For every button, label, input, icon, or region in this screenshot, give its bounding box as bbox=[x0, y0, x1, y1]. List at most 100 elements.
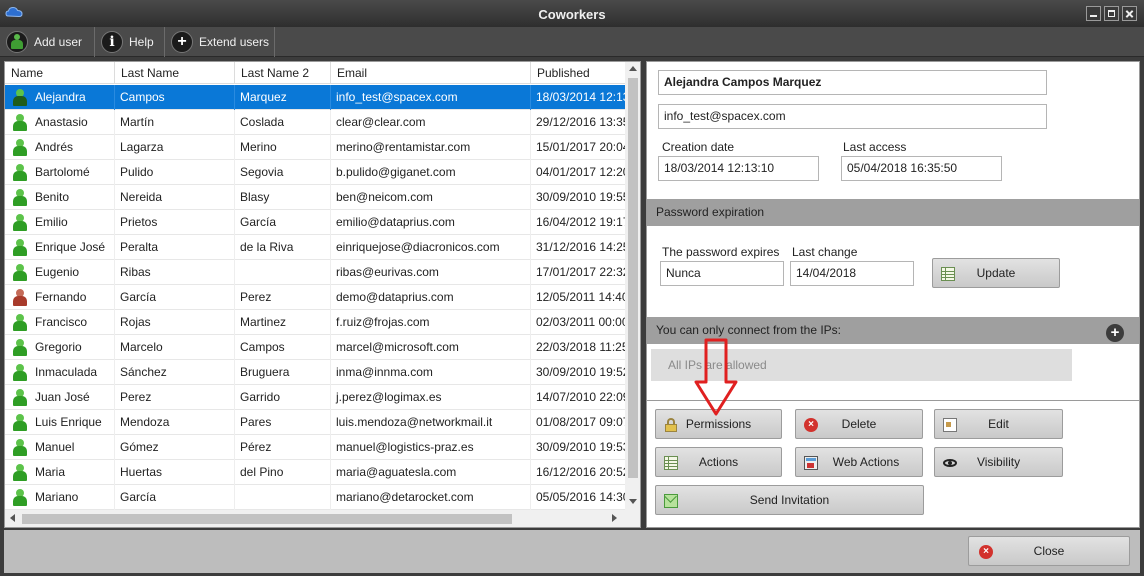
name-cell: Alejandra bbox=[5, 85, 115, 110]
table-row[interactable]: Gregorio Marcelo Campos marcel@microsoft.co… bbox=[5, 335, 625, 360]
table-row[interactable]: Maria Huertas del Pino maria@aguatesla.com 1… bbox=[5, 460, 625, 485]
last-name-cell: Huertas bbox=[115, 460, 235, 485]
table-row[interactable]: Benito Nereida Blasy ben@neicom.com 30/09/20… bbox=[5, 185, 625, 210]
visibility-button[interactable]: Visibility bbox=[934, 447, 1063, 477]
help-label: Help bbox=[129, 35, 154, 49]
table-row[interactable]: Emilio Prietos García emilio@dataprius.com 1… bbox=[5, 210, 625, 235]
last-name-cell: Gómez bbox=[115, 435, 235, 460]
last-change-field[interactable]: 14/04/2018 bbox=[790, 261, 914, 286]
name-cell: Manuel bbox=[5, 435, 115, 460]
email-cell: b.pulido@giganet.com bbox=[331, 160, 531, 185]
toolbar: Add user i Help + Extend users bbox=[0, 27, 1144, 57]
full-name-field[interactable]: Alejandra Campos Marquez bbox=[658, 70, 1047, 95]
name-cell: Eugenio bbox=[5, 260, 115, 285]
web-actions-button[interactable]: Web Actions bbox=[795, 447, 923, 477]
table-row[interactable]: Juan José Perez Garrido j.perez@logimax.es 1… bbox=[5, 385, 625, 410]
last-name-2-cell: del Pino bbox=[235, 460, 331, 485]
published-cell: 04/01/2017 12:20 bbox=[536, 165, 625, 179]
edit-button[interactable]: Edit bbox=[934, 409, 1063, 439]
last-name-cell: Peralta bbox=[115, 235, 235, 260]
column-header-name[interactable]: Name bbox=[5, 62, 115, 84]
name-cell: Bartolomé bbox=[5, 160, 115, 185]
email-cell: info_test@spacex.com bbox=[331, 85, 531, 110]
column-header-email[interactable]: Email bbox=[331, 62, 531, 84]
scroll-down-arrow-icon[interactable] bbox=[629, 499, 637, 504]
email-cell: maria@aguatesla.com bbox=[331, 460, 531, 485]
last-access-field[interactable]: 05/04/2018 16:35:50 bbox=[841, 156, 1002, 181]
maximize-button[interactable] bbox=[1104, 6, 1119, 21]
table-row[interactable]: Mariano García mariano@detarocket.com 05/05… bbox=[5, 485, 625, 510]
password-expiration-header: Password expiration bbox=[647, 199, 1139, 226]
published-cell: 16/04/2012 19:17 bbox=[536, 215, 625, 229]
last-name-cell: Nereida bbox=[115, 185, 235, 210]
last-name-cell: Sánchez bbox=[115, 360, 235, 385]
add-ip-button[interactable]: + bbox=[1106, 324, 1124, 342]
help-button[interactable]: i Help bbox=[95, 27, 165, 57]
footer-bar: × Close bbox=[4, 530, 1140, 573]
email-cell: clear@clear.com bbox=[331, 110, 531, 135]
email-cell: marcel@microsoft.com bbox=[331, 335, 531, 360]
close-x-icon: × bbox=[979, 545, 993, 559]
table-row[interactable]: Bartolomé Pulido Segovia b.pulido@giganet.c… bbox=[5, 160, 625, 185]
last-name-2-cell bbox=[235, 260, 331, 285]
user-detail-panel: Alejandra Campos Marquez info_test@space… bbox=[646, 61, 1140, 528]
last-name-2-cell: Bruguera bbox=[235, 360, 331, 385]
table-row[interactable]: Andrés Lagarza Merino merino@rentamistar.co… bbox=[5, 135, 625, 160]
column-header-last-name-2[interactable]: Last Name 2 bbox=[235, 62, 331, 84]
table-row[interactable]: Alejandra Campos Marquez info_test@spacex.c… bbox=[5, 85, 625, 110]
down-arrow-annotation-icon bbox=[694, 338, 738, 416]
horizontal-scroll-thumb[interactable] bbox=[22, 514, 512, 524]
last-name-cell: Pulido bbox=[115, 160, 235, 185]
scroll-left-arrow-icon[interactable] bbox=[10, 514, 15, 522]
last-name-2-cell: de la Riva bbox=[235, 235, 331, 260]
last-name-2-cell: Segovia bbox=[235, 160, 331, 185]
add-user-button[interactable]: Add user bbox=[0, 27, 95, 57]
eye-icon bbox=[943, 456, 957, 470]
scroll-right-arrow-icon[interactable] bbox=[612, 514, 617, 522]
edit-card-icon bbox=[943, 418, 957, 432]
vertical-scroll-thumb[interactable] bbox=[628, 78, 638, 478]
email-cell: einriquejose@diacronicos.com bbox=[331, 235, 531, 260]
minimize-button[interactable] bbox=[1086, 6, 1101, 21]
last-name-2-cell: García bbox=[235, 210, 331, 235]
delete-button[interactable]: × Delete bbox=[795, 409, 923, 439]
actions-button[interactable]: Actions bbox=[655, 447, 782, 477]
published-cell: 16/12/2016 20:52 bbox=[536, 465, 625, 479]
table-row[interactable]: Eugenio Ribas ribas@eurivas.com 17/01/2017 … bbox=[5, 260, 625, 285]
name-cell: Anastasio bbox=[5, 110, 115, 135]
window-close-button[interactable] bbox=[1122, 6, 1137, 21]
window-title: Coworkers bbox=[538, 7, 606, 22]
send-invitation-button[interactable]: Send Invitation bbox=[655, 485, 924, 515]
table-row[interactable]: Francisco Rojas Martinez f.ruiz@frojas.com 0… bbox=[5, 310, 625, 335]
email-cell: ribas@eurivas.com bbox=[331, 260, 531, 285]
vertical-scrollbar[interactable] bbox=[625, 62, 640, 510]
table-row[interactable]: Inmaculada Sánchez Bruguera inma@innma.com 3… bbox=[5, 360, 625, 385]
table-row[interactable]: Manuel Gómez Pérez manuel@logistics-praz.es… bbox=[5, 435, 625, 460]
published-cell: 14/07/2010 22:09 bbox=[536, 390, 625, 404]
close-button[interactable]: × Close bbox=[968, 536, 1130, 566]
table-row[interactable]: Anastasio Martín Coslada clear@clear.com 29/… bbox=[5, 110, 625, 135]
last-name-cell: Mendoza bbox=[115, 410, 235, 435]
scroll-up-arrow-icon[interactable] bbox=[629, 66, 637, 71]
published-cell: 22/03/2018 11:25 bbox=[536, 340, 625, 354]
password-expires-field[interactable]: Nunca bbox=[660, 261, 784, 286]
creation-date-field[interactable]: 18/03/2014 12:13:10 bbox=[658, 156, 819, 181]
published-cell: 05/05/2016 14:30 bbox=[536, 490, 625, 504]
published-cell: 30/09/2010 19:53 bbox=[536, 440, 625, 454]
column-header-last-name[interactable]: Last Name bbox=[115, 62, 235, 84]
last-name-2-cell: Martinez bbox=[235, 310, 331, 335]
last-name-2-cell: Merino bbox=[235, 135, 331, 160]
email-cell: inma@innma.com bbox=[331, 360, 531, 385]
column-header-published[interactable]: Published bbox=[531, 62, 625, 84]
extend-users-button[interactable]: + Extend users bbox=[165, 27, 275, 57]
email-field[interactable]: info_test@spacex.com bbox=[658, 104, 1047, 129]
update-button[interactable]: Update bbox=[932, 258, 1060, 288]
last-name-2-cell: Marquez bbox=[235, 85, 331, 110]
horizontal-scrollbar[interactable] bbox=[5, 510, 625, 527]
table-row[interactable]: Enrique José Peralta de la Riva einriquejos… bbox=[5, 235, 625, 260]
last-name-cell: García bbox=[115, 285, 235, 310]
send-invitation-button-label: Send Invitation bbox=[749, 493, 830, 507]
table-row[interactable]: Fernando García Perez demo@dataprius.com 12/… bbox=[5, 285, 625, 310]
table-row[interactable]: Luis Enrique Mendoza Pares luis.mendoza@net… bbox=[5, 410, 625, 435]
delete-x-icon: × bbox=[804, 418, 818, 432]
